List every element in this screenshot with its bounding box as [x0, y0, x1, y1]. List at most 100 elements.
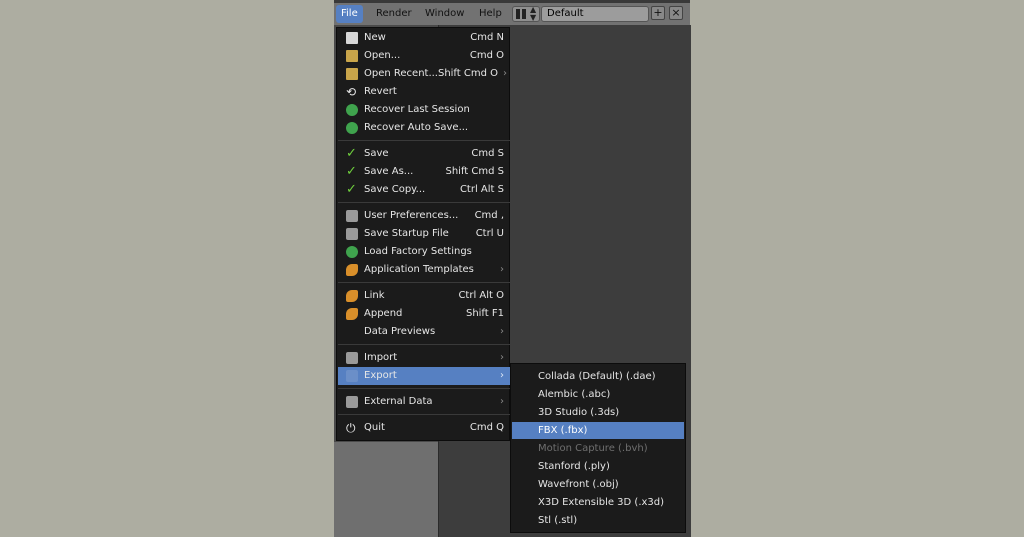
power-icon: ⏻: [346, 421, 356, 435]
menu-separator: [338, 414, 510, 415]
menu-item-append[interactable]: Append Shift F1: [338, 305, 510, 323]
menu-item-label: Quit: [364, 422, 385, 433]
startup-file-icon: [346, 228, 358, 240]
export-collada[interactable]: Collada (Default) (.dae): [512, 368, 684, 385]
menu-item-shortcut: Shift Cmd S: [445, 166, 504, 177]
menu-item-save-as[interactable]: ✓ Save As... Shift Cmd S: [338, 163, 510, 181]
menu-item-label: Save Copy...: [364, 184, 426, 195]
folder-icon: [346, 50, 358, 62]
menu-item-label: Open...: [364, 50, 401, 61]
menu-item-save-startup-file[interactable]: Save Startup File Ctrl U: [338, 225, 510, 243]
export-wavefront[interactable]: Wavefront (.obj): [512, 476, 684, 493]
menu-item-open-recent[interactable]: Open Recent... Shift Cmd O ›: [338, 65, 510, 83]
menu-item-label: New: [364, 32, 386, 43]
layout-icon: [516, 9, 526, 19]
menu-item-label: Export: [364, 370, 397, 381]
menu-item-label: Open Recent...: [364, 68, 438, 79]
left-editor-lower: [334, 442, 438, 537]
menu-item-user-preferences[interactable]: User Preferences... Cmd ,: [338, 207, 510, 225]
external-data-icon: [346, 396, 358, 408]
menu-item-shortcut: Cmd S: [471, 148, 504, 159]
menu-item-label: Load Factory Settings: [364, 246, 472, 257]
updown-arrows-icon: ▲ ▼: [530, 5, 537, 22]
menu-separator: [338, 282, 510, 283]
menu-item-shortcut: Cmd ,: [474, 210, 504, 221]
menu-item-load-factory-settings[interactable]: Load Factory Settings: [338, 243, 510, 261]
menu-item-shortcut: Ctrl Alt O: [458, 290, 504, 301]
menu-item-data-previews[interactable]: Data Previews ›: [338, 323, 510, 341]
remove-layout-icon[interactable]: ×: [669, 6, 683, 20]
file-menu: New Cmd N Open... Cmd O Open Recent... S…: [336, 27, 510, 441]
menu-item-label: User Preferences...: [364, 210, 459, 221]
menu-item-label: External Data: [364, 396, 433, 407]
check-icon: ✓: [346, 146, 357, 161]
revert-icon: ⟲: [346, 85, 357, 99]
menu-item-label: Save Startup File: [364, 228, 449, 239]
factory-settings-icon: [346, 246, 358, 258]
folder-icon: [346, 68, 358, 80]
chevron-right-icon: ›: [500, 396, 504, 407]
menu-window[interactable]: Window: [420, 5, 469, 23]
menu-item-label: Import: [364, 352, 398, 363]
screen-layout-name[interactable]: Default: [541, 6, 649, 22]
export-stanford[interactable]: Stanford (.ply): [512, 458, 684, 475]
menu-item-shortcut: Ctrl Alt S: [459, 184, 504, 195]
recover-icon: [346, 104, 358, 116]
menu-item-recover-last-session[interactable]: Recover Last Session: [338, 101, 510, 119]
export-3d-studio[interactable]: 3D Studio (.3ds): [512, 404, 684, 421]
menu-item-save[interactable]: ✓ Save Cmd S: [338, 145, 510, 163]
export-fbx[interactable]: FBX (.fbx): [512, 422, 684, 439]
check-icon: ✓: [346, 182, 357, 197]
menu-item-quit[interactable]: ⏻ Quit Cmd Q: [338, 419, 510, 437]
menu-item-import[interactable]: Import ›: [338, 349, 510, 367]
menu-help[interactable]: Help: [474, 5, 507, 23]
export-motion-capture: Motion Capture (.bvh): [538, 443, 648, 454]
menu-item-open[interactable]: Open... Cmd O: [338, 47, 510, 65]
menu-item-link[interactable]: Link Ctrl Alt O: [338, 287, 510, 305]
menu-item-shortcut: Shift Cmd O: [437, 68, 498, 79]
menu-separator: [338, 140, 510, 141]
check-icon: ✓: [346, 164, 357, 179]
preferences-icon: [346, 210, 358, 222]
append-icon: [346, 308, 358, 320]
export-x3d[interactable]: X3D Extensible 3D (.x3d): [512, 494, 684, 511]
export-stl[interactable]: Stl (.stl): [512, 512, 684, 529]
export-alembic[interactable]: Alembic (.abc): [512, 386, 684, 403]
menu-item-label: Save As...: [364, 166, 414, 177]
menu-render[interactable]: Render: [371, 5, 417, 23]
recover-icon: [346, 122, 358, 134]
menu-item-label: Revert: [364, 86, 397, 97]
menu-item-external-data[interactable]: External Data ›: [338, 393, 510, 411]
chevron-right-icon: ›: [500, 352, 504, 363]
add-layout-icon[interactable]: +: [651, 6, 665, 20]
new-file-icon: [346, 32, 358, 44]
menu-item-label: Recover Auto Save...: [364, 122, 469, 133]
chevron-right-icon: ›: [500, 370, 504, 381]
menu-item-revert[interactable]: ⟲ Revert: [338, 83, 510, 101]
menu-file[interactable]: File: [336, 5, 363, 23]
menu-item-application-templates[interactable]: Application Templates ›: [338, 261, 510, 279]
menu-item-shortcut: Cmd N: [470, 32, 504, 43]
menu-item-save-copy[interactable]: ✓ Save Copy... Ctrl Alt S: [338, 181, 510, 199]
export-icon: [346, 370, 358, 382]
menu-item-shortcut: Shift F1: [465, 308, 504, 319]
menu-item-recover-auto-save[interactable]: Recover Auto Save...: [338, 119, 510, 137]
import-icon: [346, 352, 358, 364]
chevron-right-icon: ›: [503, 68, 507, 79]
screen-layout-selector[interactable]: ▲ ▼: [512, 6, 540, 22]
menu-item-label: Application Templates: [364, 264, 474, 275]
menu-item-export[interactable]: Export ›: [338, 367, 510, 385]
menu-item-shortcut: Ctrl U: [475, 228, 504, 239]
menu-item-shortcut: Cmd Q: [469, 422, 504, 433]
export-submenu: Collada (Default) (.dae) Alembic (.abc) …: [510, 363, 686, 533]
menu-separator: [338, 344, 510, 345]
chevron-right-icon: ›: [500, 264, 504, 275]
menu-item-shortcut: Cmd O: [469, 50, 504, 61]
menu-item-label: Save: [364, 148, 389, 159]
menu-item-label: Append: [364, 308, 403, 319]
info-header: File Render Window Help ▲ ▼ Default + ×: [334, 3, 690, 26]
menu-item-new[interactable]: New Cmd N: [338, 29, 510, 47]
menu-separator: [338, 202, 510, 203]
menu-item-label: Link: [364, 290, 385, 301]
menu-separator: [338, 388, 510, 389]
